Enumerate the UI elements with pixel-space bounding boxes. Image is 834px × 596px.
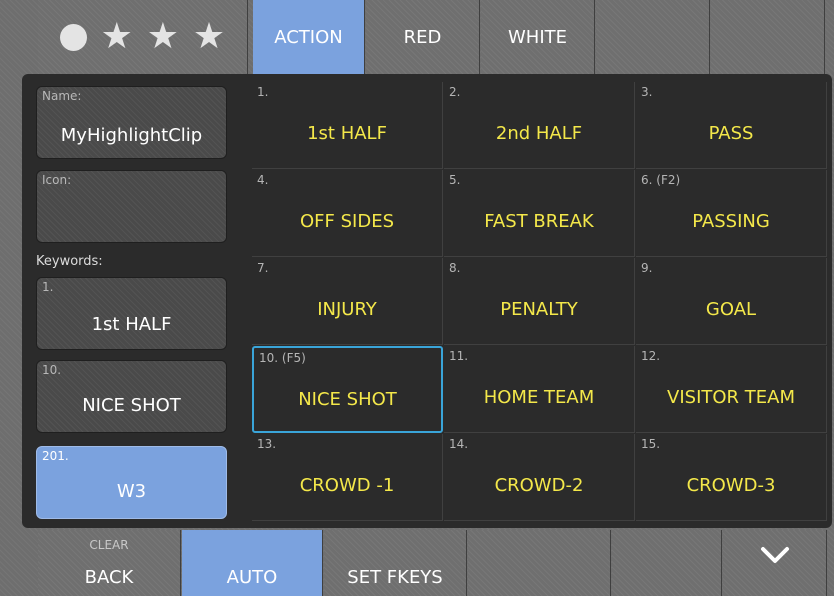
cell-label: PASSING [692, 211, 770, 232]
keyword-cell-selected[interactable]: 10. (F5) NICE SHOT [252, 346, 443, 433]
tab-red[interactable]: RED [366, 0, 480, 74]
keyword-cell[interactable]: 9. GOAL [636, 258, 827, 345]
star-icon[interactable]: ★ [147, 19, 179, 55]
cell-label: NICE SHOT [298, 389, 397, 410]
cell-number: 4. [257, 173, 269, 187]
tab-white[interactable]: WHITE [481, 0, 595, 74]
name-field[interactable]: Name: MyHighlightClip [36, 86, 227, 159]
keyword-cell[interactable]: 7. INJURY [252, 258, 443, 345]
main-panel: Name: MyHighlightClip Icon: Keywords: 1.… [22, 74, 832, 528]
cell-label: 1st HALF [307, 123, 387, 144]
keyword-cell[interactable]: 15. CROWD-3 [636, 434, 827, 521]
cell-number: 8. [449, 261, 461, 275]
rating-dot-icon[interactable] [59, 23, 87, 51]
keyword-label: NICE SHOT [82, 395, 181, 416]
cell-number: 12. [641, 349, 661, 363]
clear-label: CLEAR [89, 538, 129, 552]
keyword-cell[interactable]: 8. PENALTY [444, 258, 635, 345]
cell-number: 6. (F2) [641, 173, 681, 187]
keyword-cell[interactable]: 1. 1st HALF [252, 82, 443, 169]
expand-button[interactable] [723, 530, 827, 596]
keyword-grid: 1. 1st HALF 2. 2nd HALF 3. PASS 4. OFF S… [252, 82, 828, 522]
keyword-num: 201. [42, 449, 69, 463]
cell-label: FAST BREAK [484, 211, 594, 232]
tab-red-label: RED [403, 26, 442, 48]
cell-number: 15. [641, 437, 661, 451]
keyword-label: 1st HALF [91, 314, 172, 335]
keyword-cell[interactable]: 3. PASS [636, 82, 827, 169]
set-fkeys-label: SET FKEYS [347, 567, 443, 588]
keyword-num: 10. [42, 363, 62, 377]
name-label: Name: [42, 89, 82, 103]
keyword-slot-3[interactable]: 201. W3 [36, 446, 227, 519]
cell-label: CROWD-3 [686, 475, 776, 496]
keywords-label: Keywords: [36, 254, 103, 269]
cell-number: 1. [257, 85, 269, 99]
keyword-cell[interactable]: 12. VISITOR TEAM [636, 346, 827, 433]
cell-number: 10. (F5) [259, 351, 306, 365]
cell-number: 9. [641, 261, 653, 275]
cell-label: CROWD-2 [494, 475, 584, 496]
empty-button-1[interactable] [468, 530, 611, 596]
keyword-cell[interactable]: 6. (F2) PASSING [636, 170, 827, 257]
tab-action-label: ACTION [274, 26, 343, 48]
keyword-slot-1[interactable]: 1. 1st HALF [36, 277, 227, 350]
tab-white-label: WHITE [507, 26, 567, 48]
cell-label: PASS [708, 123, 754, 144]
cell-number: 2. [449, 85, 461, 99]
keyword-cell[interactable]: 5. FAST BREAK [444, 170, 635, 257]
keyword-cell[interactable]: 2. 2nd HALF [444, 82, 635, 169]
cell-label: OFF SIDES [300, 211, 394, 232]
cell-label: HOME TEAM [483, 387, 595, 408]
cell-number: 13. [257, 437, 277, 451]
chevron-down-icon [723, 544, 826, 570]
tab-empty-2[interactable] [711, 0, 825, 74]
star-icon[interactable]: ★ [193, 19, 225, 55]
cell-label: INJURY [317, 299, 377, 320]
back-label: BACK [84, 567, 134, 588]
keyword-cell[interactable]: 4. OFF SIDES [252, 170, 443, 257]
set-fkeys-button[interactable]: SET FKEYS [324, 530, 467, 596]
empty-button-2[interactable] [612, 530, 722, 596]
tab-action[interactable]: ACTION [253, 0, 365, 74]
cell-label: CROWD -1 [299, 475, 395, 496]
keyword-num: 1. [42, 280, 54, 294]
cell-number: 7. [257, 261, 269, 275]
cell-label: GOAL [705, 299, 757, 320]
keyword-slot-2[interactable]: 10. NICE SHOT [36, 360, 227, 433]
cell-number: 3. [641, 85, 653, 99]
auto-label: AUTO [226, 567, 278, 588]
keyword-cell[interactable]: 13. CROWD -1 [252, 434, 443, 521]
back-button[interactable]: CLEAR BACK [38, 530, 181, 596]
keyword-cell[interactable]: 11. HOME TEAM [444, 346, 635, 433]
cell-number: 5. [449, 173, 461, 187]
rating-tab[interactable]: ★ ★ ★ [38, 0, 248, 74]
tab-empty-1[interactable] [596, 0, 710, 74]
auto-button[interactable]: AUTO [182, 530, 323, 596]
icon-label: Icon: [42, 173, 72, 187]
cell-label: PENALTY [500, 299, 578, 320]
star-icon[interactable]: ★ [101, 19, 133, 55]
keyword-label: W3 [116, 481, 147, 502]
name-value: MyHighlightClip [60, 125, 203, 146]
cell-number: 14. [449, 437, 469, 451]
cell-number: 11. [449, 349, 469, 363]
cell-label: 2nd HALF [495, 123, 583, 144]
icon-field[interactable]: Icon: [36, 170, 227, 243]
cell-label: VISITOR TEAM [667, 387, 795, 408]
keyword-cell[interactable]: 14. CROWD-2 [444, 434, 635, 521]
